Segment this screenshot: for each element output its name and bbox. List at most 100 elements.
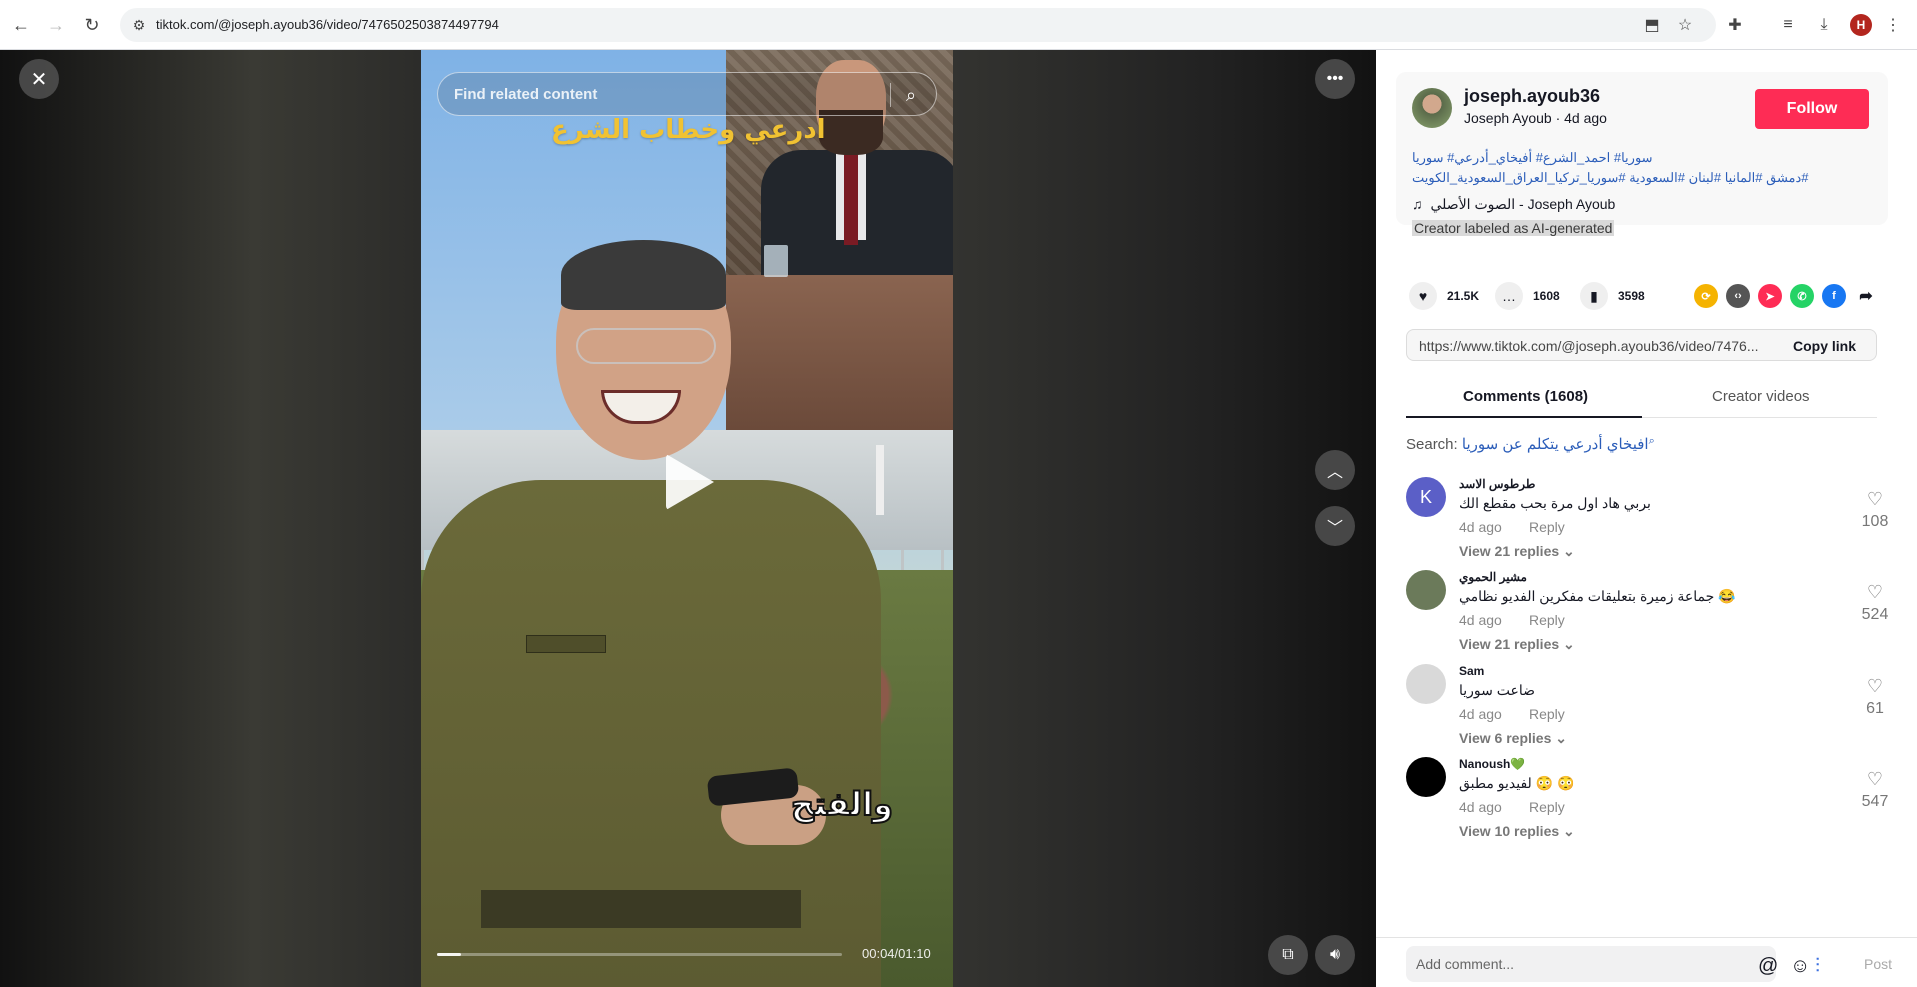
video-info-card: joseph.ayoub36 Joseph Ayoub · 4d ago Fol… xyxy=(1396,72,1888,236)
progress-bar[interactable] xyxy=(437,953,842,956)
comment-stat[interactable]: … 1608 xyxy=(1495,282,1560,310)
related-search-input[interactable]: Find related content ⌕ xyxy=(437,72,937,116)
hashtags-line-2[interactable]: #دمشق #المانيا #لبنان #السعودية #سوريا_ت… xyxy=(1412,168,1872,188)
reply-button[interactable]: Reply xyxy=(1529,612,1565,628)
volume-icon[interactable]: 🔊︎ xyxy=(1315,935,1355,975)
browser-toolbar: ← → ↻ ⚙ tiktok.com/@joseph.ayoub36/video… xyxy=(0,0,1917,50)
music-note-icon: ♫ xyxy=(1412,196,1423,212)
forward-icon[interactable]: → xyxy=(44,13,68,37)
commenter-name[interactable]: Sam xyxy=(1459,664,1484,678)
menu-kebab-icon[interactable]: ⋮ xyxy=(1882,14,1904,36)
commenter-name[interactable]: طرطوس الاسد xyxy=(1459,477,1535,491)
whatsapp-icon[interactable]: ✆ xyxy=(1790,284,1814,308)
picture-in-picture-icon[interactable]: ⧉ xyxy=(1268,935,1308,975)
more-options-icon[interactable]: ••• xyxy=(1315,59,1355,99)
repost-icon[interactable]: ⟳ xyxy=(1694,284,1718,308)
active-tab-indicator xyxy=(1406,416,1642,418)
like-stat[interactable]: ♥ 21.5K xyxy=(1409,282,1479,310)
share-arrow-icon[interactable]: ➦ xyxy=(1854,284,1878,308)
heart-outline-icon[interactable]: ♡ xyxy=(1864,769,1886,790)
comment-item: Nanoush💚 لفيديو مطبق 😳 😳 4d ago Reply Vi… xyxy=(1406,757,1888,857)
voice-input-icon[interactable]: ⫶ xyxy=(1815,955,1820,978)
site-info-icon[interactable]: ⚙ xyxy=(128,14,150,36)
comment-item: K طرطوس الاسد بربي هاد اول مرة بحب مقطع … xyxy=(1406,477,1888,577)
bookmark-icon[interactable]: ▮ xyxy=(1580,282,1608,310)
share-url[interactable]: https://www.tiktok.com/@joseph.ayoub36/v… xyxy=(1419,338,1779,354)
comment-item: مشير الحموي جماعة زميرة بتعليقات مفكرين … xyxy=(1406,570,1888,670)
download-icon[interactable]: ⤓ xyxy=(1813,14,1835,36)
commenter-avatar[interactable] xyxy=(1406,664,1446,704)
heart-icon[interactable]: ♥ xyxy=(1409,282,1437,310)
copy-link-button[interactable]: Copy link xyxy=(1793,338,1856,354)
commenter-name[interactable]: Nanoush💚 xyxy=(1459,757,1525,771)
comment-like-count: 108 xyxy=(1861,513,1889,530)
search-icon[interactable]: ⌕ xyxy=(899,83,923,107)
creator-username[interactable]: joseph.ayoub36 xyxy=(1464,86,1600,107)
chevron-down-icon[interactable]: ﹀ xyxy=(1315,506,1355,546)
send-to-friends-icon[interactable]: ➤ xyxy=(1758,284,1782,308)
reload-icon[interactable]: ↻ xyxy=(80,13,104,37)
commenter-avatar[interactable] xyxy=(1406,570,1446,610)
creator-avatar[interactable] xyxy=(1412,88,1452,128)
heart-outline-icon[interactable]: ♡ xyxy=(1864,489,1886,510)
tab-creator-videos[interactable]: Creator videos xyxy=(1712,388,1810,405)
comment-text: جماعة زميرة بتعليقات مفكرين الفديو نظامي… xyxy=(1459,588,1736,604)
hashtags-line-1[interactable]: سوريا# احمد_الشرع# أفيخاي_أدرعي# سوريا xyxy=(1412,148,1872,168)
view-replies-button[interactable]: View 6 replies ⌄ xyxy=(1459,730,1567,747)
bookmark-star-icon[interactable]: ☆ xyxy=(1674,14,1696,36)
search-placeholder: Find related content xyxy=(454,86,598,103)
embed-icon[interactable]: ‹› xyxy=(1726,284,1750,308)
facebook-icon[interactable]: f xyxy=(1822,284,1846,308)
heart-outline-icon[interactable]: ♡ xyxy=(1864,582,1886,603)
save-stat[interactable]: ▮ 3598 xyxy=(1580,282,1645,310)
commenter-avatar[interactable]: K xyxy=(1406,477,1446,517)
commenter-name[interactable]: مشير الحموي xyxy=(1459,570,1527,584)
profile-avatar[interactable]: H xyxy=(1850,14,1872,36)
follow-button[interactable]: Follow xyxy=(1755,89,1869,129)
media-controls-icon[interactable]: ≡ xyxy=(1777,14,1799,36)
comment-date: 4d ago xyxy=(1459,706,1502,722)
install-app-icon[interactable]: ⬒ xyxy=(1641,14,1663,36)
view-replies-button[interactable]: View 21 replies ⌄ xyxy=(1459,543,1575,560)
chevron-down-icon: ⌄ xyxy=(1563,636,1575,652)
reply-button[interactable]: Reply xyxy=(1529,706,1565,722)
heart-outline-icon[interactable]: ♡ xyxy=(1864,676,1886,697)
commenter-avatar[interactable] xyxy=(1406,757,1446,797)
reply-button[interactable]: Reply xyxy=(1529,519,1565,535)
music-link[interactable]: ♫ الصوت الأصلي - Joseph Ayoub xyxy=(1412,196,1615,213)
add-comment-input[interactable]: Add comment... xyxy=(1406,946,1776,982)
search-icon: ⌕ xyxy=(1648,435,1655,447)
video-player[interactable]: ادرعي وخطاب الشرع والفتح xyxy=(421,50,953,987)
comment-date: 4d ago xyxy=(1459,519,1502,535)
view-replies-button[interactable]: View 21 replies ⌄ xyxy=(1459,636,1575,653)
comment-item: Sam ضاعت سوريا 4d ago Reply View 6 repli… xyxy=(1406,664,1886,764)
comment-date: 4d ago xyxy=(1459,612,1502,628)
comment-like-count: 524 xyxy=(1861,606,1889,623)
reply-button[interactable]: Reply xyxy=(1529,799,1565,815)
play-icon[interactable] xyxy=(666,454,714,510)
view-replies-button[interactable]: View 10 replies ⌄ xyxy=(1459,823,1575,840)
panel-tabs: Comments (1608) Creator videos xyxy=(1406,378,1877,418)
emoji-icon[interactable]: ☺ xyxy=(1790,955,1810,978)
extensions-icon[interactable]: ✚ xyxy=(1724,14,1746,36)
chevron-down-icon: ⌄ xyxy=(1555,730,1567,746)
tab-comments[interactable]: Comments (1608) xyxy=(1463,388,1588,405)
chevron-down-icon: ⌄ xyxy=(1563,543,1575,559)
video-backdrop-left xyxy=(0,50,421,987)
comment-search-suggestion[interactable]: Search: افيخاي أدرعي يتكلم عن سوريا⌕ xyxy=(1406,435,1655,453)
close-icon[interactable]: ✕ xyxy=(19,59,59,99)
comment-composer: Add comment... @ ☺ ⫶ Post xyxy=(1376,937,1917,987)
back-icon[interactable]: ← xyxy=(9,13,33,37)
chevron-up-icon[interactable]: ︿ xyxy=(1315,450,1355,490)
comment-icon[interactable]: … xyxy=(1495,282,1523,310)
comment-text: بربي هاد اول مرة بحب مقطع الك xyxy=(1459,495,1651,511)
comment-like-count: 61 xyxy=(1866,700,1884,717)
comment-date: 4d ago xyxy=(1459,799,1502,815)
progress-fill xyxy=(437,953,462,956)
search-suggestion-link[interactable]: افيخاي أدرعي يتكلم عن سوريا xyxy=(1462,436,1649,453)
url-text[interactable]: tiktok.com/@joseph.ayoub36/video/7476502… xyxy=(156,17,499,32)
post-button[interactable]: Post xyxy=(1864,956,1892,972)
music-title[interactable]: الصوت الأصلي - Joseph Ayoub xyxy=(1431,196,1616,212)
video-hashtags[interactable]: سوريا# احمد_الشرع# أفيخاي_أدرعي# سوريا #… xyxy=(1412,148,1872,188)
mention-icon[interactable]: @ xyxy=(1758,955,1778,978)
